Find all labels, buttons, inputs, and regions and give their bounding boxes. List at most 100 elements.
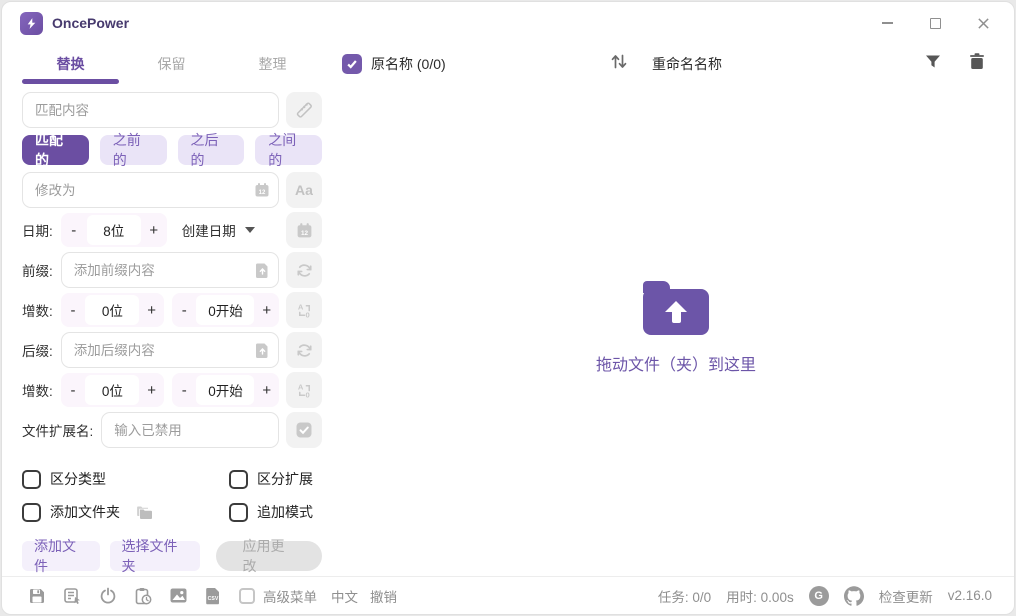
tab-organize[interactable]: 整理 bbox=[224, 44, 321, 84]
prefix-inc-start-minus[interactable]: - bbox=[172, 293, 197, 327]
advanced-menu-checkbox[interactable]: 高级菜单 bbox=[239, 586, 317, 606]
apply-changes-button[interactable]: 应用更改 bbox=[216, 538, 322, 574]
file-drop-zone[interactable]: 拖动文件（夹）到这里 bbox=[338, 90, 1014, 574]
date-digits-plus[interactable]: + bbox=[141, 213, 167, 247]
suffix-loop-button[interactable] bbox=[286, 332, 322, 368]
tab-keep[interactable]: 保留 bbox=[123, 44, 220, 84]
modify-input-wrap: 12 bbox=[22, 172, 279, 208]
mode-between-button[interactable]: 之间的 bbox=[255, 132, 322, 168]
tab-bar: 替换 保留 整理 bbox=[22, 44, 321, 84]
checkbox-unchecked-icon bbox=[22, 502, 41, 522]
suffix-inc-start-stepper: - 0开始 + bbox=[171, 373, 279, 407]
check-update-link[interactable]: 检查更新 bbox=[879, 586, 933, 606]
suffix-inc-label: 增数: bbox=[22, 384, 53, 399]
prefix-inc-digits-plus[interactable]: + bbox=[139, 293, 164, 327]
add-files-button[interactable]: 添加文件 bbox=[22, 538, 100, 574]
modify-row: 12 Aa bbox=[22, 172, 322, 208]
prefix-row: 前缀: bbox=[22, 252, 322, 288]
advanced-menu-label: 高级菜单 bbox=[263, 589, 317, 605]
file-insert-icon[interactable] bbox=[255, 262, 270, 278]
prefix-loop-button[interactable] bbox=[286, 252, 322, 288]
language-toggle[interactable]: 中文 bbox=[331, 586, 358, 606]
extension-lock-button[interactable] bbox=[286, 412, 322, 448]
trash-icon[interactable] bbox=[968, 53, 986, 76]
calendar-icon[interactable]: 12 bbox=[254, 182, 270, 198]
prefix-label: 前缀: bbox=[22, 264, 53, 279]
match-input[interactable] bbox=[22, 92, 279, 128]
svg-text:12: 12 bbox=[300, 229, 308, 236]
mode-matched-button[interactable]: 匹配的 bbox=[22, 132, 89, 168]
statusbar-right: 任务: 0/0 用时: 0.00s G 检查更新 v2.16.0 bbox=[658, 585, 992, 606]
power-icon[interactable] bbox=[99, 587, 117, 605]
undo-button[interactable]: 撤销 bbox=[370, 586, 397, 606]
case-aa-button[interactable]: Aa bbox=[286, 172, 322, 208]
app-title: OncePower bbox=[52, 15, 130, 31]
date-label: 日期: bbox=[22, 224, 53, 239]
mode-after-button[interactable]: 之后的 bbox=[177, 132, 245, 168]
desktop-stage: OncePower 替换 保留 整理 原名称 (0/0) 重命名名称 匹配内容 … bbox=[0, 0, 1016, 616]
maximize-button[interactable] bbox=[924, 12, 946, 34]
suffix-increment-row: 增数: - 0位 + - 0开始 + A0 bbox=[22, 372, 322, 408]
select-folder-button[interactable]: 选择文件夹 bbox=[109, 538, 201, 574]
folders-icon bbox=[136, 505, 154, 520]
close-button[interactable] bbox=[972, 12, 994, 34]
github-icon[interactable] bbox=[843, 585, 864, 606]
prefix-number-mode-button[interactable]: A0 bbox=[286, 292, 322, 328]
add-files-label: 添加文件 bbox=[34, 538, 76, 574]
suffix-inc-digits-plus[interactable]: + bbox=[139, 373, 164, 407]
option-distinguish-ext[interactable]: 区分扩展 bbox=[229, 469, 313, 489]
date-row: 日期: - 8位 + 创建日期 12 bbox=[22, 212, 322, 248]
option-distinguish-type[interactable]: 区分类型 bbox=[22, 469, 229, 489]
date-source-value: 创建日期 bbox=[181, 224, 236, 239]
csv-file-icon[interactable]: CSV bbox=[205, 587, 221, 605]
date-calendar-button[interactable]: 12 bbox=[286, 212, 322, 248]
original-name-checkbox[interactable]: 原名称 (0/0) bbox=[342, 54, 446, 74]
suffix-inc-digits-minus[interactable]: - bbox=[61, 373, 86, 407]
suffix-inc-digits-stepper: - 0位 + bbox=[60, 373, 164, 407]
apply-changes-label: 应用更改 bbox=[242, 538, 285, 574]
date-digits-minus[interactable]: - bbox=[61, 213, 87, 247]
option-ext-label: 区分扩展 bbox=[257, 471, 313, 487]
minimize-button[interactable] bbox=[876, 12, 898, 34]
suffix-inc-start-plus[interactable]: + bbox=[254, 373, 279, 407]
suffix-input[interactable] bbox=[60, 332, 279, 368]
folder-upload-icon bbox=[643, 281, 709, 335]
suffix-inc-digits-value: 0位 bbox=[85, 375, 140, 405]
gitee-icon[interactable]: G bbox=[808, 585, 829, 606]
prefix-inc-digits-minus[interactable]: - bbox=[61, 293, 86, 327]
checkbox-unchecked-icon bbox=[229, 502, 248, 522]
option-append-label: 追加模式 bbox=[257, 504, 313, 520]
regex-ruler-button[interactable] bbox=[286, 92, 322, 128]
prefix-inc-start-stepper: - 0开始 + bbox=[171, 293, 279, 327]
match-row bbox=[22, 92, 322, 128]
select-folder-label: 选择文件夹 bbox=[121, 538, 178, 574]
prefix-inc-start-value: 0开始 bbox=[196, 295, 255, 325]
option-add-folder[interactable]: 添加文件夹 bbox=[22, 502, 229, 522]
history-clipboard-icon[interactable] bbox=[134, 587, 152, 605]
mode-after-label: 之后的 bbox=[190, 132, 219, 168]
extension-label: 文件扩展名: bbox=[22, 424, 94, 439]
mode-before-label: 之前的 bbox=[112, 132, 141, 168]
rename-log-icon[interactable] bbox=[63, 587, 82, 605]
checkbox-checked-icon bbox=[342, 54, 362, 74]
app-logo-icon bbox=[20, 11, 43, 35]
suffix-inc-start-value: 0开始 bbox=[196, 375, 255, 405]
prefix-input[interactable] bbox=[60, 252, 279, 288]
mode-before-button[interactable]: 之前的 bbox=[99, 132, 167, 168]
option-append-mode[interactable]: 追加模式 bbox=[229, 502, 313, 522]
tab-replace[interactable]: 替换 bbox=[22, 44, 119, 84]
suffix-inc-start-minus[interactable]: - bbox=[172, 373, 197, 407]
suffix-number-mode-button[interactable]: A0 bbox=[286, 372, 322, 408]
svg-text:A: A bbox=[297, 382, 303, 391]
oncepower-window: OncePower 替换 保留 整理 原名称 (0/0) 重命名名称 匹配内容 … bbox=[1, 1, 1015, 615]
save-icon[interactable] bbox=[28, 587, 46, 605]
date-source-dropdown[interactable]: 创建日期 bbox=[182, 220, 255, 240]
sort-icon[interactable] bbox=[609, 52, 629, 77]
prefix-inc-digits-value: 0位 bbox=[85, 295, 140, 325]
image-icon[interactable] bbox=[169, 587, 188, 604]
prefix-inc-start-plus[interactable]: + bbox=[254, 293, 279, 327]
modify-input[interactable] bbox=[22, 172, 279, 208]
extension-input[interactable] bbox=[101, 412, 279, 448]
file-insert-icon[interactable] bbox=[255, 342, 270, 358]
filter-icon[interactable] bbox=[924, 53, 942, 76]
